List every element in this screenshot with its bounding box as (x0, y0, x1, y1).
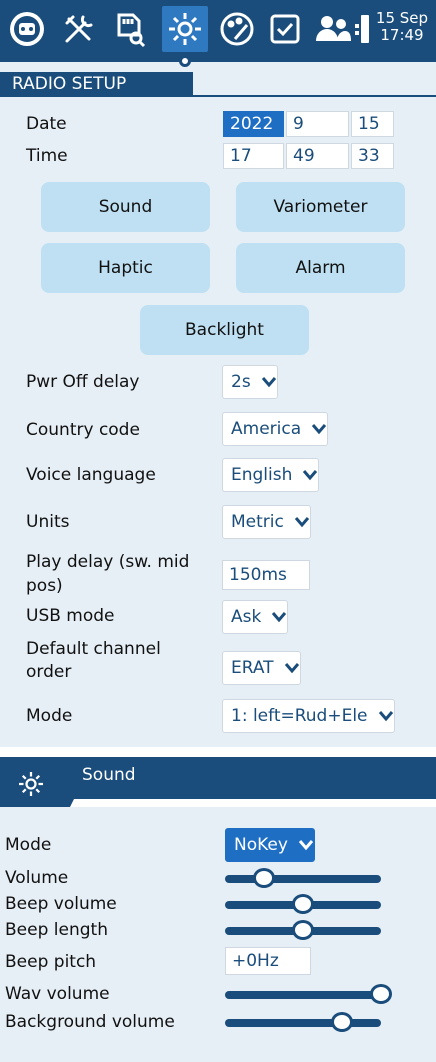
background-volume-slider[interactable] (225, 1012, 381, 1032)
units-label: Units (26, 512, 70, 532)
date-month-field[interactable]: 9 (286, 111, 349, 137)
stick-mode-value: 1: left=Rud+Ele (231, 706, 368, 726)
chevron-down-icon (302, 469, 318, 481)
sound-mode-dropdown[interactable]: NoKey (225, 828, 315, 862)
play-delay-label-line2: pos) (26, 576, 63, 596)
alarm-button[interactable]: Alarm (236, 243, 405, 293)
radio-settings-icon[interactable] (162, 6, 208, 52)
time-minute-field[interactable]: 49 (286, 143, 349, 169)
pwr-off-delay-label: Pwr Off delay (26, 372, 140, 392)
chevron-down-icon (298, 839, 314, 851)
theme-palette-icon[interactable] (214, 6, 260, 52)
volume-slider[interactable] (225, 868, 381, 888)
slider-thumb[interactable] (292, 894, 314, 914)
variometer-button[interactable]: Variometer (236, 182, 405, 232)
slider-thumb[interactable] (292, 920, 314, 940)
chevron-down-icon (294, 516, 310, 528)
chevron-down-icon (284, 662, 300, 674)
volume-label: Volume (5, 868, 69, 888)
default-channel-order-label-line1: Default channel (26, 639, 161, 659)
settings-gear-icon (19, 772, 43, 796)
background-volume-label: Background volume (5, 1012, 175, 1032)
usb-mode-dropdown[interactable]: Ask (222, 600, 289, 634)
voice-language-dropdown[interactable]: English (222, 458, 320, 492)
sound-button[interactable]: Sound (41, 182, 210, 232)
header-tab-shape (0, 757, 436, 807)
section-divider (0, 95, 436, 97)
country-code-label: Country code (26, 420, 140, 440)
beep-pitch-label: Beep pitch (5, 952, 97, 972)
play-delay-field[interactable]: 150ms (222, 560, 310, 590)
beep-length-slider[interactable] (225, 920, 381, 940)
chevron-down-icon (261, 376, 277, 388)
slider-thumb[interactable] (253, 868, 275, 888)
clock-time: 17:49 (380, 26, 424, 44)
model-icon[interactable] (4, 6, 50, 52)
date-year-field[interactable]: 2022 (223, 111, 284, 137)
play-delay-label-line1: Play delay (sw. mid (26, 552, 190, 572)
beep-length-label: Beep length (5, 920, 108, 940)
slider-track (225, 875, 381, 883)
slider-thumb[interactable] (370, 984, 392, 1004)
country-code-value: America (231, 419, 302, 439)
channel-order-value: ERAT (231, 658, 274, 678)
selected-tab-indicator (179, 55, 191, 67)
country-code-dropdown[interactable]: America (222, 412, 329, 446)
clock: 15 Sep 17:49 (370, 10, 434, 44)
wav-volume-slider[interactable] (225, 984, 392, 1004)
voice-language-value: English (231, 465, 293, 485)
time-label: Time (26, 146, 68, 166)
beep-pitch-field[interactable]: +0Hz (225, 947, 311, 975)
chevron-down-icon (311, 423, 327, 435)
units-value: Metric (231, 512, 284, 532)
sound-mode-value: NoKey (234, 835, 288, 855)
beep-volume-slider[interactable] (225, 894, 381, 914)
clock-date: 15 Sep (375, 9, 429, 27)
chevron-down-icon (378, 710, 394, 722)
slider-thumb[interactable] (331, 1012, 353, 1032)
stick-mode-dropdown[interactable]: 1: left=Rud+Ele (222, 699, 395, 733)
sound-title: Sound (82, 765, 136, 785)
date-day-field[interactable]: 15 (351, 111, 394, 137)
pwr-off-delay-value: 2s (231, 372, 251, 392)
usb-mode-value: Ask (231, 607, 262, 627)
time-second-field[interactable]: 33 (351, 143, 394, 169)
date-label: Date (26, 114, 67, 134)
top-toolbar: 15 Sep 17:49 (0, 0, 436, 62)
mode-label: Mode (26, 706, 73, 726)
backlight-button[interactable]: Backlight (140, 305, 309, 355)
tools-icon[interactable] (56, 6, 102, 52)
sound-mode-label: Mode (5, 835, 52, 855)
default-channel-order-label-line2: order (26, 662, 72, 682)
slider-track (225, 991, 381, 999)
section-title: RADIO SETUP (0, 72, 193, 96)
wav-volume-label: Wav volume (5, 984, 110, 1004)
time-hour-field[interactable]: 17 (223, 143, 284, 169)
checklist-icon[interactable] (262, 6, 308, 52)
slider-track (225, 1019, 381, 1027)
beep-volume-label: Beep volume (5, 894, 117, 914)
sound-header: Sound (0, 757, 436, 807)
pwr-off-delay-dropdown[interactable]: 2s (222, 365, 278, 399)
chevron-down-icon (271, 611, 287, 623)
voice-language-label: Voice language (26, 465, 156, 485)
sd-card-icon[interactable] (106, 6, 152, 52)
haptic-button[interactable]: Haptic (41, 243, 210, 293)
usb-mode-label: USB mode (26, 606, 115, 626)
units-dropdown[interactable]: Metric (222, 505, 311, 539)
channel-order-dropdown[interactable]: ERAT (222, 651, 301, 685)
users-icon[interactable] (310, 6, 356, 52)
